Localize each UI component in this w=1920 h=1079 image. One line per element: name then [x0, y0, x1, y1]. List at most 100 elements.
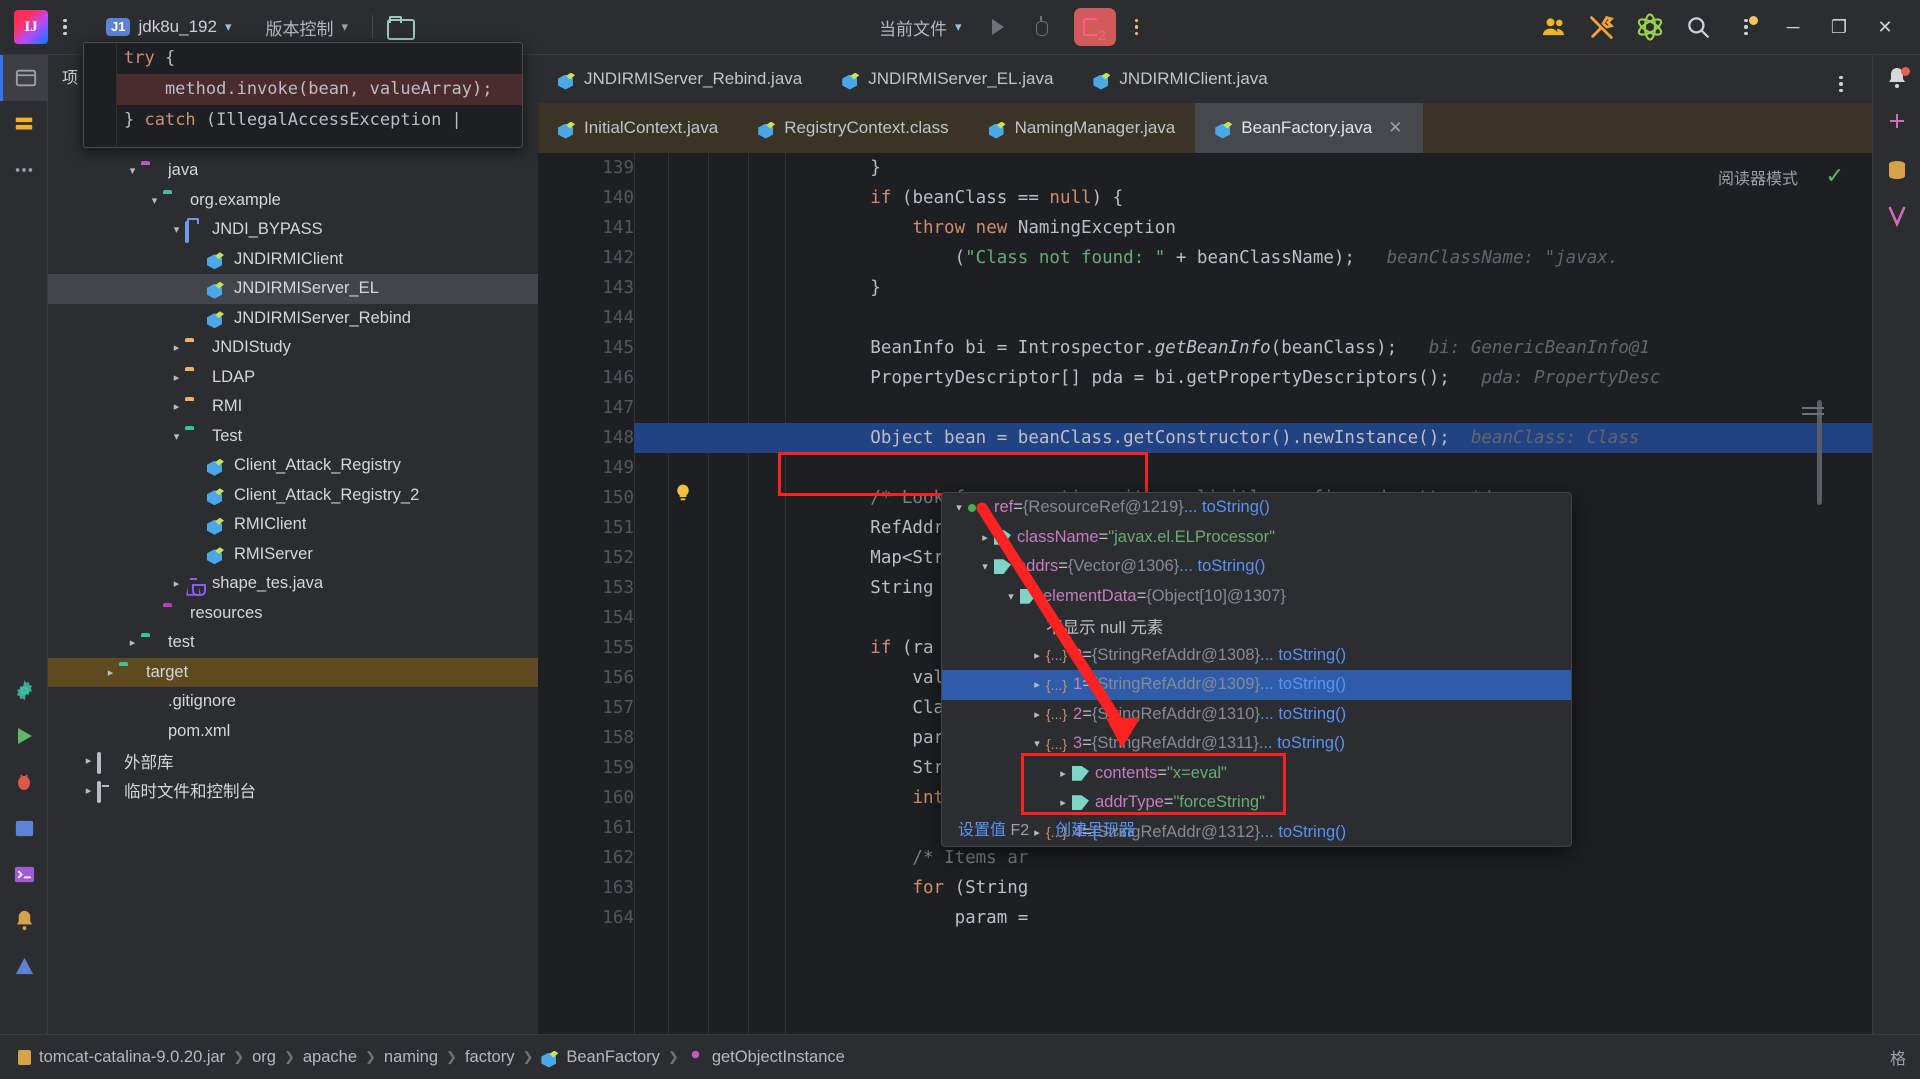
chevron-right-icon[interactable] — [1028, 678, 1046, 691]
tree-node--[interactable]: 临时文件和控制台 — [48, 776, 538, 806]
editor-tab[interactable]: JNDIRMIServer_EL.java — [822, 55, 1073, 103]
chevron-right-icon[interactable] — [1028, 649, 1046, 662]
minimize-button[interactable]: ─ — [1770, 5, 1816, 49]
chevron-right-icon[interactable] — [1028, 708, 1046, 721]
tree-node-java[interactable]: java — [48, 156, 538, 186]
breadcrumb-item[interactable]: org — [248, 1048, 280, 1067]
rail-vcs-icon[interactable] — [1873, 193, 1920, 239]
tree-node-org-example[interactable]: org.example — [48, 186, 538, 216]
breadcrumb-item[interactable]: naming — [380, 1048, 442, 1067]
tree-node-resources[interactable]: resources — [48, 599, 538, 629]
tools-icon[interactable] — [1578, 5, 1626, 49]
variable-tostring-link[interactable]: ... toString() — [1179, 557, 1265, 576]
rail-settings-icon[interactable] — [0, 667, 48, 713]
maximize-button[interactable]: ❐ — [1816, 5, 1862, 49]
editor-tab[interactable]: InitialContext.java — [538, 103, 738, 153]
tree-node--gitignore[interactable]: .gitignore — [48, 687, 538, 717]
close-button[interactable]: ✕ — [1862, 5, 1908, 49]
rail-database-icon[interactable] — [0, 805, 48, 851]
editor-tab[interactable]: BeanFactory.java✕ — [1195, 103, 1422, 153]
chevron-down-icon[interactable] — [146, 194, 163, 207]
main-menu-kebab-icon[interactable] — [48, 10, 82, 44]
chevron-down-icon[interactable] — [1002, 590, 1020, 603]
open-folder-icon[interactable] — [387, 16, 413, 38]
intention-bulb-icon[interactable] — [673, 483, 693, 503]
rail-project-icon[interactable] — [0, 55, 48, 101]
debug-icon[interactable] — [1030, 16, 1052, 38]
breadcrumb-item[interactable]: getObjectInstance — [683, 1047, 849, 1067]
plugin-icon[interactable] — [1626, 5, 1674, 49]
chevron-right-icon[interactable] — [80, 754, 97, 767]
chevron-down-icon[interactable] — [950, 501, 968, 514]
search-icon[interactable] — [1674, 5, 1722, 49]
set-value-link[interactable]: 设置值 — [958, 822, 1006, 839]
chevron-down-icon[interactable] — [124, 164, 141, 177]
tree-node-jndirmiclient[interactable]: JNDIRMIClient — [48, 245, 538, 275]
rail-notifications-icon[interactable] — [0, 897, 48, 943]
tree-node-test[interactable]: Test — [48, 422, 538, 452]
close-tab-icon[interactable]: ✕ — [1388, 118, 1402, 138]
editor-tab[interactable]: JNDIRMIClient.java — [1073, 55, 1287, 103]
breadcrumb-item[interactable]: factory — [461, 1048, 519, 1067]
variable-row[interactable]: className = "javax.el.ELProcessor" — [942, 523, 1571, 553]
tree-node-ldap[interactable]: LDAP — [48, 363, 538, 393]
editor-tabs-row-1[interactable]: JNDIRMIServer_Rebind.javaJNDIRMIServer_E… — [538, 55, 1872, 103]
editor-tabs-row-2[interactable]: InitialContext.javaRegistryContext.class… — [538, 103, 1872, 153]
editor-tab[interactable]: JNDIRMIServer_Rebind.java — [538, 55, 822, 103]
chevron-right-icon[interactable] — [102, 666, 119, 679]
rail-more-icon[interactable] — [0, 147, 48, 193]
tree-node-client-attack-registry[interactable]: Client_Attack_Registry — [48, 451, 538, 481]
breadcrumb-item[interactable]: tomcat-catalina-9.0.20.jar — [14, 1048, 229, 1067]
variable-row[interactable]: {...}2 = {StringRefAddr@1310} ... toStri… — [942, 700, 1571, 730]
variable-row[interactable]: elementData = {Object[10]@1307} — [942, 582, 1571, 612]
run-icon[interactable] — [992, 19, 1004, 35]
run-configuration-selector[interactable]: J1 jdk8u_192 ▾ — [96, 13, 241, 41]
breadcrumb-item[interactable]: BeanFactory — [537, 1048, 664, 1067]
rail-commit-icon[interactable] — [0, 101, 48, 147]
variable-row[interactable]: 不显示 null 元素 — [942, 611, 1571, 641]
tree-node-pom-xml[interactable]: pom.xml — [48, 717, 538, 747]
chevron-right-icon[interactable] — [168, 371, 185, 384]
tree-node-jndirmiserver-rebind[interactable]: JNDIRMIServer_Rebind — [48, 304, 538, 334]
variable-row[interactable]: {...}1 = {StringRefAddr@1309} ... toStri… — [942, 670, 1571, 700]
variable-tostring-link[interactable]: ... toString() — [1260, 705, 1346, 724]
variable-tostring-link[interactable]: ... toString() — [1260, 646, 1346, 665]
variable-row[interactable]: addrs = {Vector@1306} ... toString() — [942, 552, 1571, 582]
chevron-right-icon[interactable] — [168, 400, 185, 413]
tree-node-test[interactable]: test — [48, 628, 538, 658]
tree-node-jndi-bypass[interactable]: JNDI_BYPASS — [48, 215, 538, 245]
chevron-right-icon[interactable] — [124, 636, 141, 649]
rail-debug-icon[interactable] — [0, 759, 48, 805]
editor-tab[interactable]: RegistryContext.class — [738, 103, 968, 153]
tree-node-rmiserver[interactable]: RMIServer — [48, 540, 538, 570]
rail-database2-icon[interactable] — [1873, 147, 1920, 193]
chevron-down-icon[interactable] — [168, 430, 185, 443]
tree-node-jndirmiserver-el[interactable]: JNDIRMIServer_EL — [48, 274, 538, 304]
tree-node-jndistudy[interactable]: JNDIStudy — [48, 333, 538, 363]
project-tree[interactable]: srcmainjavaorg.exampleJNDI_BYPASSJNDIRMI… — [48, 97, 538, 805]
chevron-down-icon[interactable] — [168, 223, 185, 236]
editor-tab[interactable]: NamingManager.java — [969, 103, 1196, 153]
chevron-right-icon[interactable] — [168, 577, 185, 590]
current-file-config-selector[interactable]: 当前文件 ▾ — [869, 11, 972, 44]
rail-notifications-bell-icon[interactable] — [1873, 55, 1920, 101]
rail-terminal-icon[interactable] — [0, 851, 48, 897]
chevron-down-icon[interactable] — [1028, 737, 1046, 750]
rail-plugins-icon[interactable] — [1873, 101, 1920, 147]
tree-node-shape-tes-java[interactable]: shape_tes.java — [48, 569, 538, 599]
stop-button[interactable]: 2 — [1074, 8, 1116, 46]
editor-tabs-more-icon[interactable] — [1824, 67, 1858, 101]
chevron-right-icon[interactable] — [80, 784, 97, 797]
breadcrumb-item[interactable]: apache — [299, 1048, 361, 1067]
chevron-right-icon[interactable] — [168, 341, 185, 354]
variable-tostring-link[interactable]: ... toString() — [1184, 498, 1270, 517]
rail-problems-icon[interactable] — [0, 943, 48, 989]
chevron-right-icon[interactable] — [976, 531, 994, 544]
more-actions-icon[interactable] — [1722, 5, 1770, 49]
variable-row[interactable]: {...}0 = {StringRefAddr@1308} ... toStri… — [942, 641, 1571, 671]
variable-tostring-link[interactable]: ... toString() — [1259, 734, 1345, 753]
create-renderer-link[interactable]: 创建呈现器 — [1055, 816, 1135, 840]
tree-node--[interactable]: 外部库 — [48, 746, 538, 776]
tree-node-client-attack-registry-2[interactable]: Client_Attack_Registry_2 — [48, 481, 538, 511]
more-run-actions-icon[interactable] — [1120, 10, 1154, 44]
